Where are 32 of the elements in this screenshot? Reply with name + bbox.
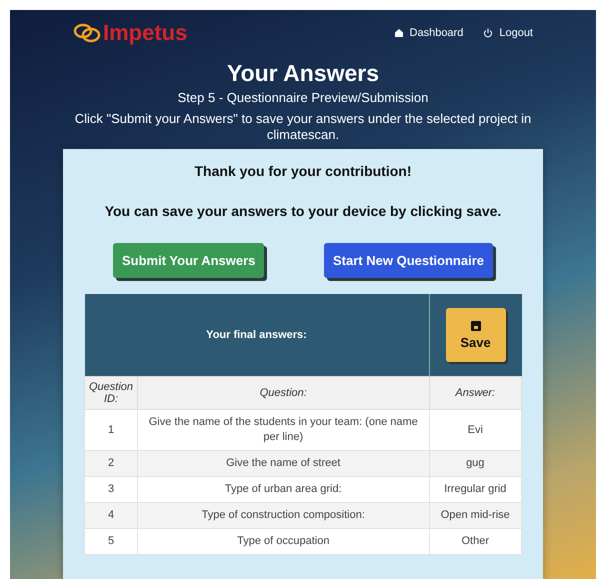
save-hint: You can save your answers to your device by clicking save. [104, 203, 502, 219]
home-icon [394, 28, 404, 38]
table-cell: Other [429, 528, 522, 554]
table-cell: Irregular grid [429, 476, 522, 502]
submit-button[interactable]: Submit Your Answers [113, 243, 264, 278]
table-cell: 5 [84, 528, 138, 554]
table-cell: gug [429, 450, 522, 476]
instructions-text: Click "Submit your Answers" to save your answers under the selected project in climatescan. [74, 111, 532, 143]
table-cell: Open mid-rise [429, 502, 522, 528]
nav-link[interactable]: Dashboard [394, 27, 464, 39]
column-header: Question ID: [84, 376, 138, 410]
step-subtitle: Step 5 - Questionnaire Preview/Submission [178, 90, 428, 105]
table-cell: Evi [429, 410, 522, 450]
new-questionnaire-button[interactable]: Start New Questionnaire [324, 243, 493, 278]
table-cell: Give the name of the students in your team: (one name per line) [138, 410, 429, 450]
column-header: Question: [138, 376, 429, 410]
table-cell: 1 [84, 410, 138, 450]
table-cell: 3 [84, 476, 138, 502]
table-cell: Type of construction composition: [138, 502, 429, 528]
table-cell: Type of urban area grid: [138, 476, 429, 502]
page-title: Your Answers [226, 60, 380, 87]
table-cell: 2 [84, 450, 138, 476]
table-cell: 4 [84, 502, 138, 528]
table-cell: Give the name of street [138, 450, 429, 476]
logo-text: Impetus [103, 20, 188, 46]
table-cell: Type of occupation [138, 528, 429, 554]
power-icon [483, 28, 494, 38]
table-caption: Your final answers: [84, 294, 429, 376]
column-header: Answer: [429, 376, 522, 410]
save-button[interactable]: Save [446, 308, 506, 362]
thanks-message: Thank you for your contribution! [194, 163, 412, 179]
nav-link[interactable]: Logout [483, 27, 533, 39]
